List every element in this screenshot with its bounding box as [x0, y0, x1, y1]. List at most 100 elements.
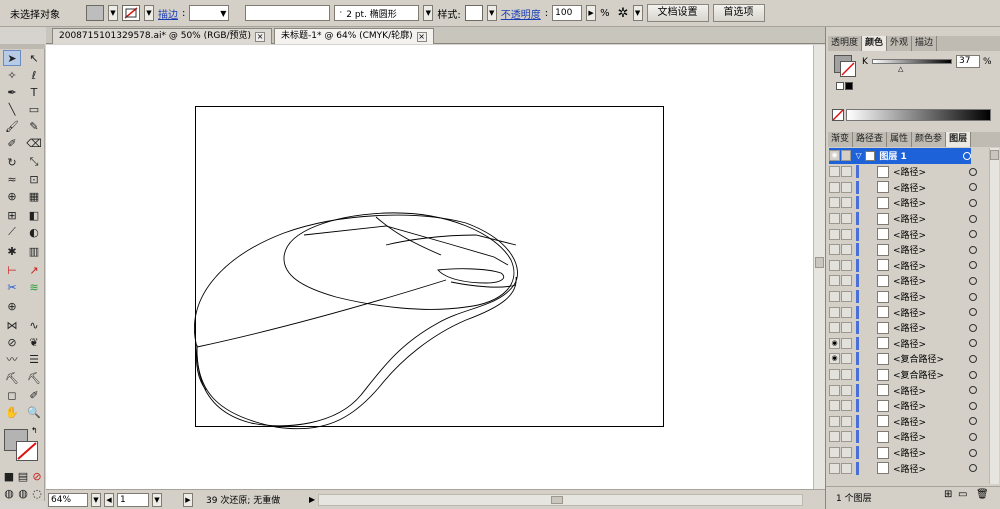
layer-item-label[interactable]: <复合路径>	[893, 352, 965, 365]
close-icon[interactable]: ×	[416, 31, 427, 42]
slider-thumb-icon[interactable]: △	[898, 65, 903, 73]
visibility-eye-icon[interactable]	[829, 306, 840, 318]
gradient-tool-icon[interactable]: ◧	[25, 207, 43, 223]
align-tool-icon[interactable]: ☰	[25, 351, 43, 367]
k-slider[interactable]	[872, 59, 952, 64]
layer-target-icon[interactable]	[969, 308, 977, 317]
lock-toggle[interactable]	[841, 415, 852, 427]
visibility-eye-icon[interactable]	[829, 415, 840, 427]
last-artboard-button[interactable]: ▶	[183, 492, 193, 507]
layer-target-icon[interactable]	[969, 230, 977, 239]
none-swatch[interactable]	[832, 109, 844, 121]
layer-item-label[interactable]: <路径>	[893, 306, 965, 319]
symbol-sprayer-tool-icon[interactable]: ✱	[3, 243, 21, 259]
visibility-eye-icon[interactable]	[829, 400, 840, 412]
visibility-eye-icon[interactable]	[829, 166, 840, 178]
eraser-tool-icon[interactable]: ⌫	[25, 135, 43, 151]
hand-tool-icon[interactable]: ✋	[3, 404, 21, 420]
k-value-field[interactable]: 37	[956, 55, 980, 68]
lock-toggle[interactable]	[841, 275, 852, 287]
zoom-dropdown[interactable]: ▼	[91, 492, 101, 507]
zoom-field[interactable]: 64%	[48, 492, 88, 507]
layer-target-icon[interactable]	[969, 292, 977, 301]
layer-item-label[interactable]: <路径>	[893, 446, 965, 459]
pen-tool-icon[interactable]: ✒	[3, 84, 21, 100]
layer-row[interactable]: <路径>	[829, 429, 994, 445]
eyedropper-tool-icon[interactable]: ⟋	[3, 224, 21, 240]
layer-item-label[interactable]: <路径>	[893, 274, 965, 287]
variable-width-dropdown[interactable]	[245, 5, 331, 21]
column-graph-tool-icon[interactable]: ▥	[25, 243, 43, 259]
layer-target-icon[interactable]	[969, 464, 977, 473]
layer-target-icon[interactable]	[969, 370, 977, 379]
layer-row[interactable]: <路径>	[829, 195, 994, 211]
layer-name[interactable]: 图层 1	[879, 149, 949, 162]
swap-colors-icon[interactable]: ↰	[31, 426, 38, 435]
layer-target-icon[interactable]	[969, 417, 977, 426]
direct-selection-tool-icon[interactable]: ↖	[25, 50, 43, 66]
layer-target-icon[interactable]	[969, 167, 977, 176]
layer-target-icon[interactable]	[969, 354, 977, 363]
opacity-dropdown[interactable]: ▶	[586, 5, 597, 21]
artboard-tool-icon[interactable]: ⊢	[3, 262, 21, 278]
new-layer-icon[interactable]: ▭	[958, 489, 967, 500]
line-tool-icon[interactable]: ╲	[3, 101, 21, 117]
type-tool-icon[interactable]: T	[25, 84, 43, 100]
pencil-tool-icon[interactable]: ✎	[25, 118, 43, 134]
visibility-eye-icon[interactable]	[829, 181, 840, 193]
recolor-icon[interactable]: ✲	[618, 6, 629, 21]
tab-document-1[interactable]: 200871510132957​8.ai* @ 50% (RGB/预览) ×	[52, 28, 273, 44]
visibility-eye-icon[interactable]	[829, 244, 840, 256]
lock-toggle[interactable]	[841, 431, 852, 443]
zoom-tool-icon[interactable]: 🔍	[25, 404, 43, 420]
lock-toggle[interactable]	[841, 228, 852, 240]
perspective-grid-tool-icon[interactable]: ▦	[25, 188, 43, 204]
draw-inside-icon[interactable]: ◌	[31, 485, 43, 501]
fill-swatch[interactable]	[86, 5, 104, 21]
blend-tool-icon[interactable]: ◐	[25, 224, 43, 240]
knife-tool-icon[interactable]: ≋	[25, 279, 43, 295]
lock-toggle[interactable]	[841, 447, 852, 459]
gradient-mode-icon[interactable]: ▤	[17, 468, 29, 484]
layer-item-label[interactable]: <路径>	[893, 181, 965, 194]
wrinkle-tool-icon[interactable]: 〰	[3, 351, 21, 367]
lock-toggle[interactable]	[841, 197, 852, 209]
layer-row[interactable]: <路径>	[829, 242, 994, 258]
lasso-tool-icon[interactable]: ℓ	[25, 67, 43, 83]
layer-row[interactable]: <路径>	[829, 398, 994, 414]
vertical-scrollbar[interactable]	[813, 45, 825, 489]
lock-toggle[interactable]	[841, 259, 852, 271]
visibility-eye-icon[interactable]	[829, 213, 840, 225]
preferences-button[interactable]: 首选项	[712, 4, 765, 22]
opacity-field[interactable]: 100	[552, 5, 583, 21]
crop-tool-icon[interactable]: ◻	[3, 387, 21, 403]
fill-dropdown[interactable]: ▼	[108, 5, 118, 21]
lock-toggle[interactable]	[841, 213, 852, 225]
slice-tool-icon[interactable]: ↗	[25, 262, 43, 278]
stroke-color-swatch[interactable]	[16, 441, 38, 461]
layer-target-icon[interactable]	[969, 401, 977, 410]
layer-item-label[interactable]: <路径>	[893, 290, 965, 303]
rotate-tool-icon[interactable]: ↻	[3, 154, 21, 170]
visibility-eye-icon[interactable]	[829, 228, 840, 240]
stroke-weight-field[interactable]: ▼	[189, 5, 230, 21]
tab-layers[interactable]: 图层	[946, 132, 972, 147]
layer-row[interactable]: <路径>	[829, 382, 994, 398]
free-transform-tool-icon[interactable]: ⊡	[25, 171, 43, 187]
layer-target-icon[interactable]	[969, 183, 977, 192]
layer-item-label[interactable]: <路径>	[893, 212, 965, 225]
tab-gradient[interactable]: 渐变	[828, 132, 854, 147]
layer-row[interactable]: <路径>	[829, 211, 994, 227]
visibility-eye-icon[interactable]	[829, 384, 840, 396]
layer-item-label[interactable]: <路径>	[893, 321, 965, 334]
white-chip[interactable]	[836, 82, 844, 90]
layer-row[interactable]: ◉ <路径>	[829, 336, 994, 352]
layer-row[interactable]: <路径>	[829, 304, 994, 320]
layer-target-icon[interactable]	[969, 339, 977, 348]
style-dropdown[interactable]: ▼	[486, 5, 497, 21]
layer-item-label[interactable]: <路径>	[893, 196, 965, 209]
visibility-eye-icon[interactable]: ◉	[829, 337, 840, 349]
visibility-eye-icon[interactable]	[829, 259, 840, 271]
visibility-eye-icon[interactable]	[829, 447, 840, 459]
color-mode-icon[interactable]: ■	[3, 468, 15, 484]
